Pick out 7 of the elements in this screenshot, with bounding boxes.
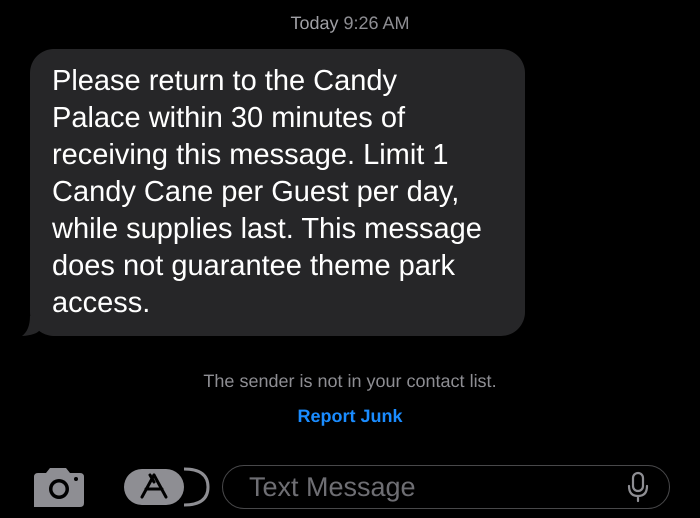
message-input-field[interactable]: Text Message: [222, 465, 670, 509]
microphone-icon[interactable]: [626, 471, 650, 503]
notice-text: The sender is not in your contact list.: [202, 371, 498, 392]
bubble-tail-icon: [20, 316, 40, 336]
message-bubble: Please return to the Candy Palace within 30 minutes of receiving this message. Limit 1 Candy Cane per Guest per day, while supplies last. This message does not guarantee theme park access.: [30, 49, 525, 336]
report-link[interactable]: Report Junk: [297, 406, 402, 427]
timestamp: Today 9:26 AM: [289, 13, 411, 34]
